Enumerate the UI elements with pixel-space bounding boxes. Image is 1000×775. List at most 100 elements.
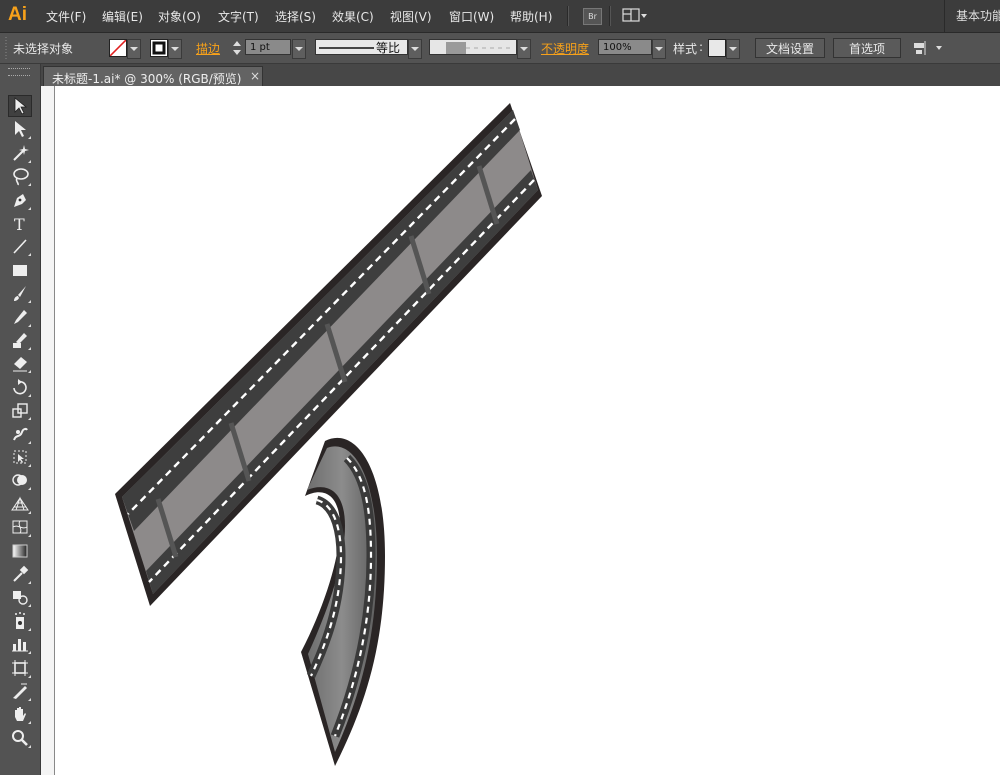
variable-width-profile[interactable]: 等比 (315, 39, 408, 55)
artboard[interactable] (54, 86, 1000, 775)
eyedropper-tool[interactable] (8, 563, 32, 585)
stepper-arrows-icon (233, 41, 241, 55)
line-segment-icon (13, 239, 27, 254)
warp-tool[interactable] (8, 423, 32, 445)
menu-help[interactable]: 帮助(H) (510, 8, 552, 25)
paintbrush-tool[interactable] (8, 282, 32, 304)
shape-builder-tool[interactable] (8, 469, 32, 491)
no-fill-icon (110, 40, 126, 56)
profile-dropdown[interactable] (408, 39, 422, 59)
menu-file[interactable]: 文件(F) (46, 8, 86, 25)
rotate-tool[interactable] (8, 376, 32, 398)
document-tab[interactable]: 未标题-1.ai* @ 300% (RGB/预览) × (43, 66, 263, 86)
lasso-icon (13, 168, 29, 186)
menu-window[interactable]: 窗口(W) (449, 8, 494, 25)
menu-edit[interactable]: 编辑(E) (102, 8, 143, 25)
column-graph-tool[interactable] (8, 633, 32, 655)
menu-view[interactable]: 视图(V) (390, 8, 432, 25)
panel-grip-icon (5, 37, 7, 59)
close-icon[interactable]: × (250, 69, 260, 83)
menu-type[interactable]: 文字(T) (218, 8, 259, 25)
document-setup-button[interactable]: 文档设置 (755, 38, 825, 58)
canvas-area[interactable] (41, 86, 1000, 775)
fill-swatch[interactable] (109, 39, 127, 57)
pen-icon (14, 193, 26, 207)
svg-text:T: T (14, 215, 25, 233)
mesh-icon (12, 520, 28, 534)
tool-flyout-indicator (28, 417, 31, 421)
warp-icon (13, 427, 28, 440)
tool-flyout-indicator (28, 698, 31, 701)
tool-flyout-indicator (28, 206, 31, 210)
blob-brush-tool[interactable] (8, 329, 32, 351)
tool-flyout-indicator (28, 393, 31, 397)
perspective-grid-tool[interactable] (8, 493, 32, 515)
eraser-tool[interactable] (8, 352, 32, 374)
style-label: 样式 (673, 42, 698, 56)
stroke-swatch[interactable] (150, 39, 168, 57)
arrange-objects-button[interactable] (912, 40, 946, 56)
workspace-switcher[interactable]: 基本功能 (956, 7, 1000, 24)
panel-grip[interactable] (8, 68, 30, 76)
graphic-style-swatch[interactable] (708, 39, 726, 57)
tool-flyout-indicator (28, 721, 31, 725)
stroke-label[interactable]: 描边 (196, 40, 220, 57)
menu-object[interactable]: 对象(O) (158, 8, 201, 25)
brush-definition[interactable] (429, 39, 517, 55)
stroke-icon (152, 41, 166, 55)
paintbrush-icon (14, 286, 26, 302)
symbol-sprayer-tool[interactable] (8, 610, 32, 632)
magic-wand-tool[interactable] (8, 142, 32, 164)
opacity-label[interactable]: 不透明度 (541, 40, 589, 57)
style-dropdown[interactable] (726, 39, 740, 59)
tool-flyout-indicator (28, 581, 31, 584)
tools-panel: T (0, 64, 41, 775)
menu-separator (567, 6, 569, 26)
app-logo: Ai (8, 4, 27, 25)
menu-effect[interactable]: 效果(C) (332, 8, 374, 25)
style-colon: : (699, 40, 704, 54)
document-tab-bar: 未标题-1.ai* @ 300% (RGB/预览) × (41, 64, 1000, 86)
scale-tool[interactable] (8, 399, 32, 421)
fill-dropdown[interactable] (127, 39, 141, 59)
stroke-weight-input[interactable]: 1 pt (245, 39, 291, 55)
opacity-dropdown[interactable] (652, 39, 666, 59)
free-transform-tool[interactable] (8, 446, 32, 468)
tool-flyout-indicator (28, 183, 31, 187)
film-strip-artwork[interactable] (55, 86, 1000, 775)
tool-flyout-indicator (28, 464, 31, 467)
type-tool[interactable]: T (8, 212, 32, 234)
zoom-icon (12, 729, 28, 746)
rectangle-tool[interactable] (8, 259, 32, 281)
brush-dropdown[interactable] (517, 39, 531, 59)
brush-stroke-icon (446, 42, 514, 54)
blend-tool[interactable] (8, 586, 32, 608)
blob-brush-icon (13, 333, 27, 348)
line-segment-tool[interactable] (8, 235, 32, 257)
bridge-button[interactable]: Br (583, 8, 602, 25)
stroke-weight-stepper[interactable] (231, 39, 243, 57)
shape-builder-icon (12, 474, 27, 487)
perspective-grid-icon (11, 496, 29, 511)
zoom-tool[interactable] (8, 727, 32, 749)
tool-flyout-indicator (28, 487, 31, 491)
gradient-tool[interactable] (8, 540, 32, 562)
lasso-tool[interactable] (8, 165, 32, 187)
hand-tool[interactable] (8, 703, 32, 725)
menu-bar: Ai 文件(F) 编辑(E) 对象(O) 文字(T) 选择(S) 效果(C) 视… (0, 0, 1000, 33)
opacity-input[interactable]: 100% (598, 39, 652, 55)
menu-select[interactable]: 选择(S) (275, 8, 316, 25)
direct-selection-tool[interactable] (8, 118, 32, 140)
tool-flyout-indicator (28, 347, 31, 350)
slice-tool[interactable] (8, 680, 32, 702)
pencil-tool[interactable] (8, 306, 32, 328)
preferences-button[interactable]: 首选项 (833, 38, 901, 58)
tool-flyout-indicator (28, 253, 31, 257)
selection-tool[interactable] (8, 95, 32, 117)
mesh-tool[interactable] (8, 516, 32, 538)
pen-tool[interactable] (8, 189, 32, 211)
arrange-documents-button[interactable] (622, 8, 648, 23)
artboard-tool[interactable] (8, 657, 32, 679)
stroke-weight-dropdown[interactable] (292, 39, 306, 59)
stroke-dropdown[interactable] (168, 39, 182, 59)
